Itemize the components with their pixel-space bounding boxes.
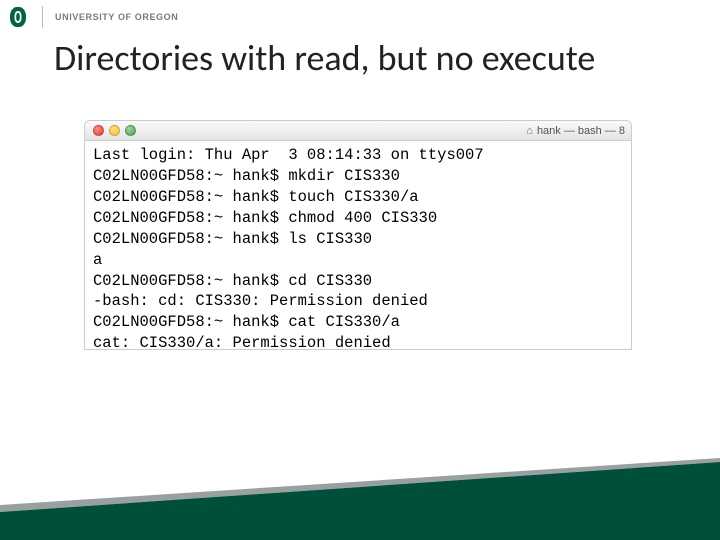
slide-footer <box>0 450 720 540</box>
terminal-line: a <box>93 250 623 271</box>
home-icon: ⌂ <box>526 125 533 137</box>
maximize-icon[interactable] <box>125 125 136 136</box>
close-icon[interactable] <box>93 125 104 136</box>
logo-divider <box>42 6 43 28</box>
institution-name: UNIVERSITY OF OREGON <box>55 12 178 22</box>
terminal-line: C02LN00GFD58:~ hank$ touch CIS330/a <box>93 187 623 208</box>
terminal-line: C02LN00GFD58:~ hank$ mkdir CIS330 <box>93 166 623 187</box>
slide: UNIVERSITY OF OREGON Directories with re… <box>0 0 720 540</box>
terminal-line: C02LN00GFD58:~ hank$ cat CIS330/a <box>93 312 623 333</box>
institution-logo: UNIVERSITY OF OREGON <box>6 0 178 34</box>
terminal-line: C02LN00GFD58:~ hank$ cd CIS330 <box>93 271 623 292</box>
terminal-titlebar: ⌂ hank — bash — 8 <box>85 121 631 141</box>
terminal-line: C02LN00GFD58:~ hank$ ls CIS330 <box>93 229 623 250</box>
window-controls <box>85 125 136 136</box>
terminal-line: Last login: Thu Apr 3 08:14:33 on ttys00… <box>93 145 623 166</box>
terminal-window: ⌂ hank — bash — 8 Last login: Thu Apr 3 … <box>84 120 632 350</box>
oregon-o-icon <box>6 5 30 29</box>
terminal-line: -bash: cd: CIS330: Permission denied <box>93 291 623 312</box>
slide-header: UNIVERSITY OF OREGON <box>0 0 720 34</box>
terminal-title-text: hank — bash — 8 <box>537 125 625 137</box>
terminal-body: Last login: Thu Apr 3 08:14:33 on ttys00… <box>85 141 631 350</box>
terminal-line: cat: CIS330/a: Permission denied <box>93 333 623 350</box>
terminal-title: ⌂ hank — bash — 8 <box>526 125 631 137</box>
slide-title: Directories with read, but no execute <box>54 36 700 80</box>
minimize-icon[interactable] <box>109 125 120 136</box>
terminal-line: C02LN00GFD58:~ hank$ chmod 400 CIS330 <box>93 208 623 229</box>
